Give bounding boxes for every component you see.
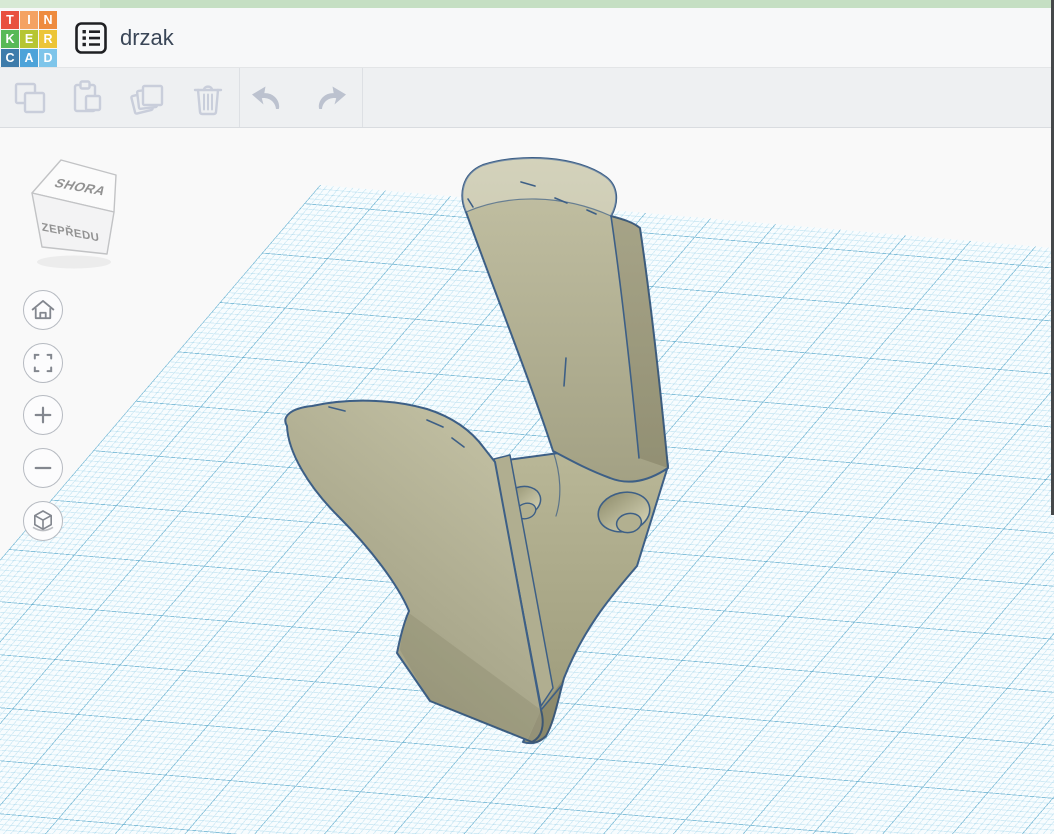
logo-letter: N (39, 11, 57, 29)
app-header: T I N K E R C A D drzak (0, 8, 1054, 68)
fit-view-button[interactable] (23, 343, 63, 383)
logo-letter: R (39, 30, 57, 48)
logo-letter: E (20, 30, 38, 48)
paste-icon (65, 77, 109, 121)
undo-icon (248, 77, 292, 121)
copy-button[interactable] (8, 77, 52, 121)
zoom-out-button[interactable] (23, 448, 63, 488)
duplicate-icon (126, 77, 170, 121)
redo-icon (306, 77, 350, 121)
edit-toolbar (0, 68, 1054, 128)
copy-icon (8, 77, 52, 121)
home-view-button[interactable] (23, 290, 63, 330)
perspective-toggle-icon (24, 501, 62, 541)
home-icon (24, 290, 62, 330)
fit-view-icon (24, 343, 62, 383)
viewcube[interactable]: SHORA ZEPŘEDU (22, 155, 132, 270)
tinkercad-logo[interactable]: T I N K E R C A D (1, 11, 58, 68)
logo-letter: A (20, 49, 38, 67)
duplicate-button[interactable] (126, 77, 170, 121)
viewport-3d[interactable]: SHORA ZEPŘEDU (0, 129, 1054, 834)
zoom-in-icon (24, 395, 62, 435)
logo-letter: C (1, 49, 19, 67)
perspective-toggle-button[interactable] (23, 501, 63, 541)
list-icon (74, 22, 108, 58)
trash-icon (186, 77, 230, 121)
browser-top-strip-segment (0, 0, 100, 8)
toolbar-separator (239, 68, 240, 127)
undo-button[interactable] (248, 77, 292, 121)
logo-letter: I (20, 11, 38, 29)
delete-button[interactable] (186, 77, 230, 121)
logo-letter: T (1, 11, 19, 29)
design-menu-button[interactable] (74, 21, 108, 55)
zoom-out-icon (24, 448, 62, 488)
logo-letter: D (39, 49, 57, 67)
zoom-in-button[interactable] (23, 395, 63, 435)
design-title[interactable]: drzak (120, 8, 174, 68)
redo-button[interactable] (306, 77, 350, 121)
hook-model[interactable] (0, 129, 1054, 834)
toolbar-separator (362, 68, 363, 127)
paste-button[interactable] (65, 77, 109, 121)
logo-letter: K (1, 30, 19, 48)
